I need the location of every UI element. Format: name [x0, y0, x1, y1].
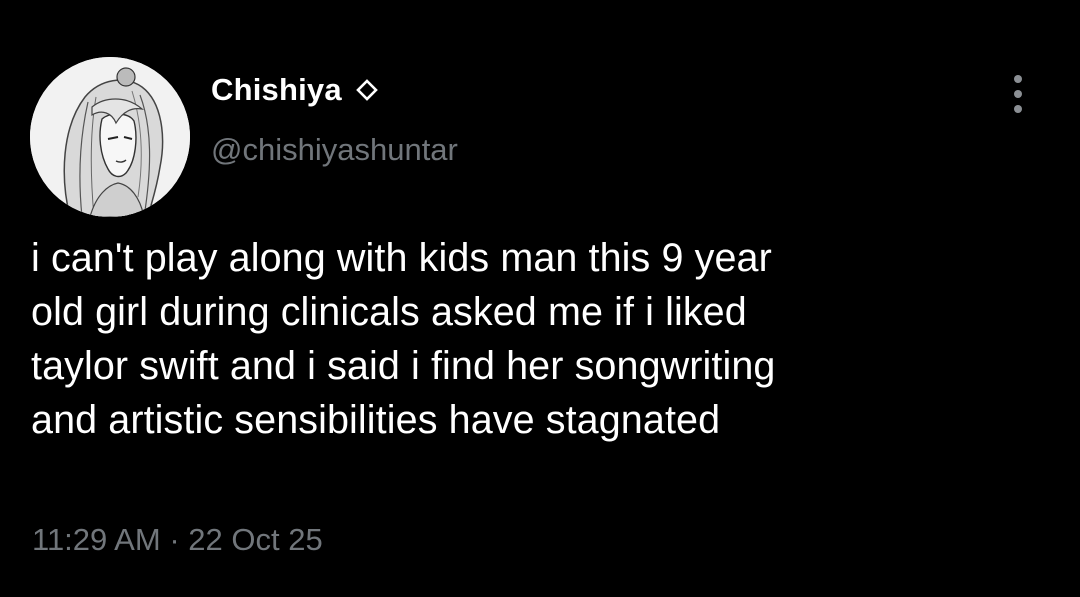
tweet-date: 22 Oct 25 — [188, 522, 323, 557]
display-name[interactable]: Chishiya — [211, 72, 342, 108]
user-handle[interactable]: @chishiyashuntar — [211, 132, 458, 168]
avatar[interactable] — [30, 57, 190, 217]
tweet-timestamp[interactable]: 11:29 AM · 22 Oct 25 — [32, 522, 323, 558]
tweet-time: 11:29 AM — [32, 522, 161, 557]
more-options-button[interactable] — [998, 72, 1038, 116]
avatar-image — [30, 57, 190, 217]
timestamp-separator: · — [169, 522, 180, 557]
tweet: Chishiya @chishiyashuntar i can't play a… — [0, 0, 1080, 597]
diamond-outline-icon — [354, 77, 380, 103]
vertical-ellipsis-icon — [1014, 75, 1022, 83]
tweet-text: i can't play along with kids man this 9 … — [31, 236, 776, 442]
display-name-row: Chishiya — [211, 68, 380, 112]
